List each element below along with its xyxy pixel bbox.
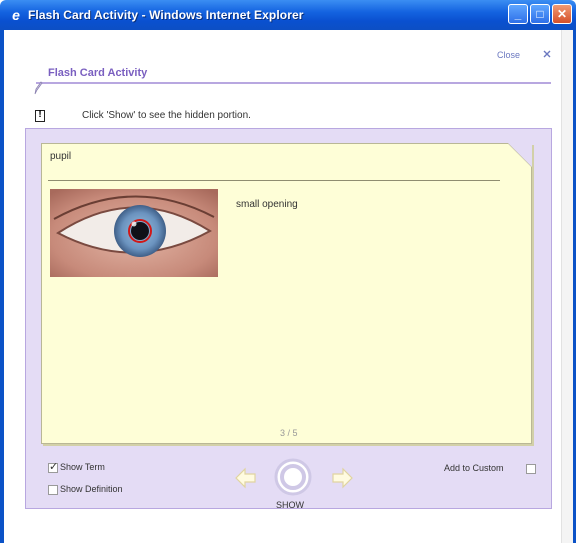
pencil-icon <box>34 81 43 95</box>
card-counter: 3 / 5 <box>280 428 298 438</box>
ie-logo-icon: e <box>12 7 20 23</box>
add-to-custom-checkbox[interactable] <box>526 464 536 474</box>
instruction-text: Click 'Show' to see the hidden portion. <box>82 110 251 121</box>
add-to-custom-label: Add to Custom <box>444 463 504 473</box>
close-icon[interactable] <box>543 50 551 58</box>
vertical-scrollbar[interactable] <box>561 30 573 543</box>
show-definition-checkbox[interactable] <box>48 485 58 495</box>
card-term: pupil <box>50 151 72 162</box>
arrow-right-icon[interactable] <box>330 467 354 489</box>
minimize-button[interactable]: _ <box>508 4 528 24</box>
card-divider <box>48 180 500 181</box>
show-term-checkbox[interactable]: ✓ <box>48 461 59 473</box>
browser-window: e Flash Card Activity - Windows Internet… <box>0 0 576 543</box>
close-link[interactable]: Close <box>497 50 520 60</box>
card-fold-corner <box>508 143 532 167</box>
card-definition: small opening <box>236 199 298 210</box>
checkmark-icon: ✓ <box>49 461 59 473</box>
show-button[interactable] <box>273 457 313 497</box>
close-window-button[interactable]: ✕ <box>552 4 572 24</box>
window-title: Flash Card Activity - Windows Internet E… <box>28 8 304 22</box>
activity-title: Flash Card Activity <box>48 67 152 79</box>
activity-header: Flash Card Activity <box>36 67 551 84</box>
title-bar[interactable]: e Flash Card Activity - Windows Internet… <box>0 0 576 30</box>
show-button-label: SHOW <box>276 500 304 510</box>
show-definition-label: Show Definition <box>60 484 123 494</box>
window-frame-left <box>0 30 4 543</box>
show-term-label: Show Term <box>60 462 105 472</box>
maximize-button[interactable]: □ <box>530 4 550 24</box>
eye-image <box>50 189 218 277</box>
arrow-left-icon[interactable] <box>234 467 258 489</box>
info-icon: ! <box>35 109 45 122</box>
